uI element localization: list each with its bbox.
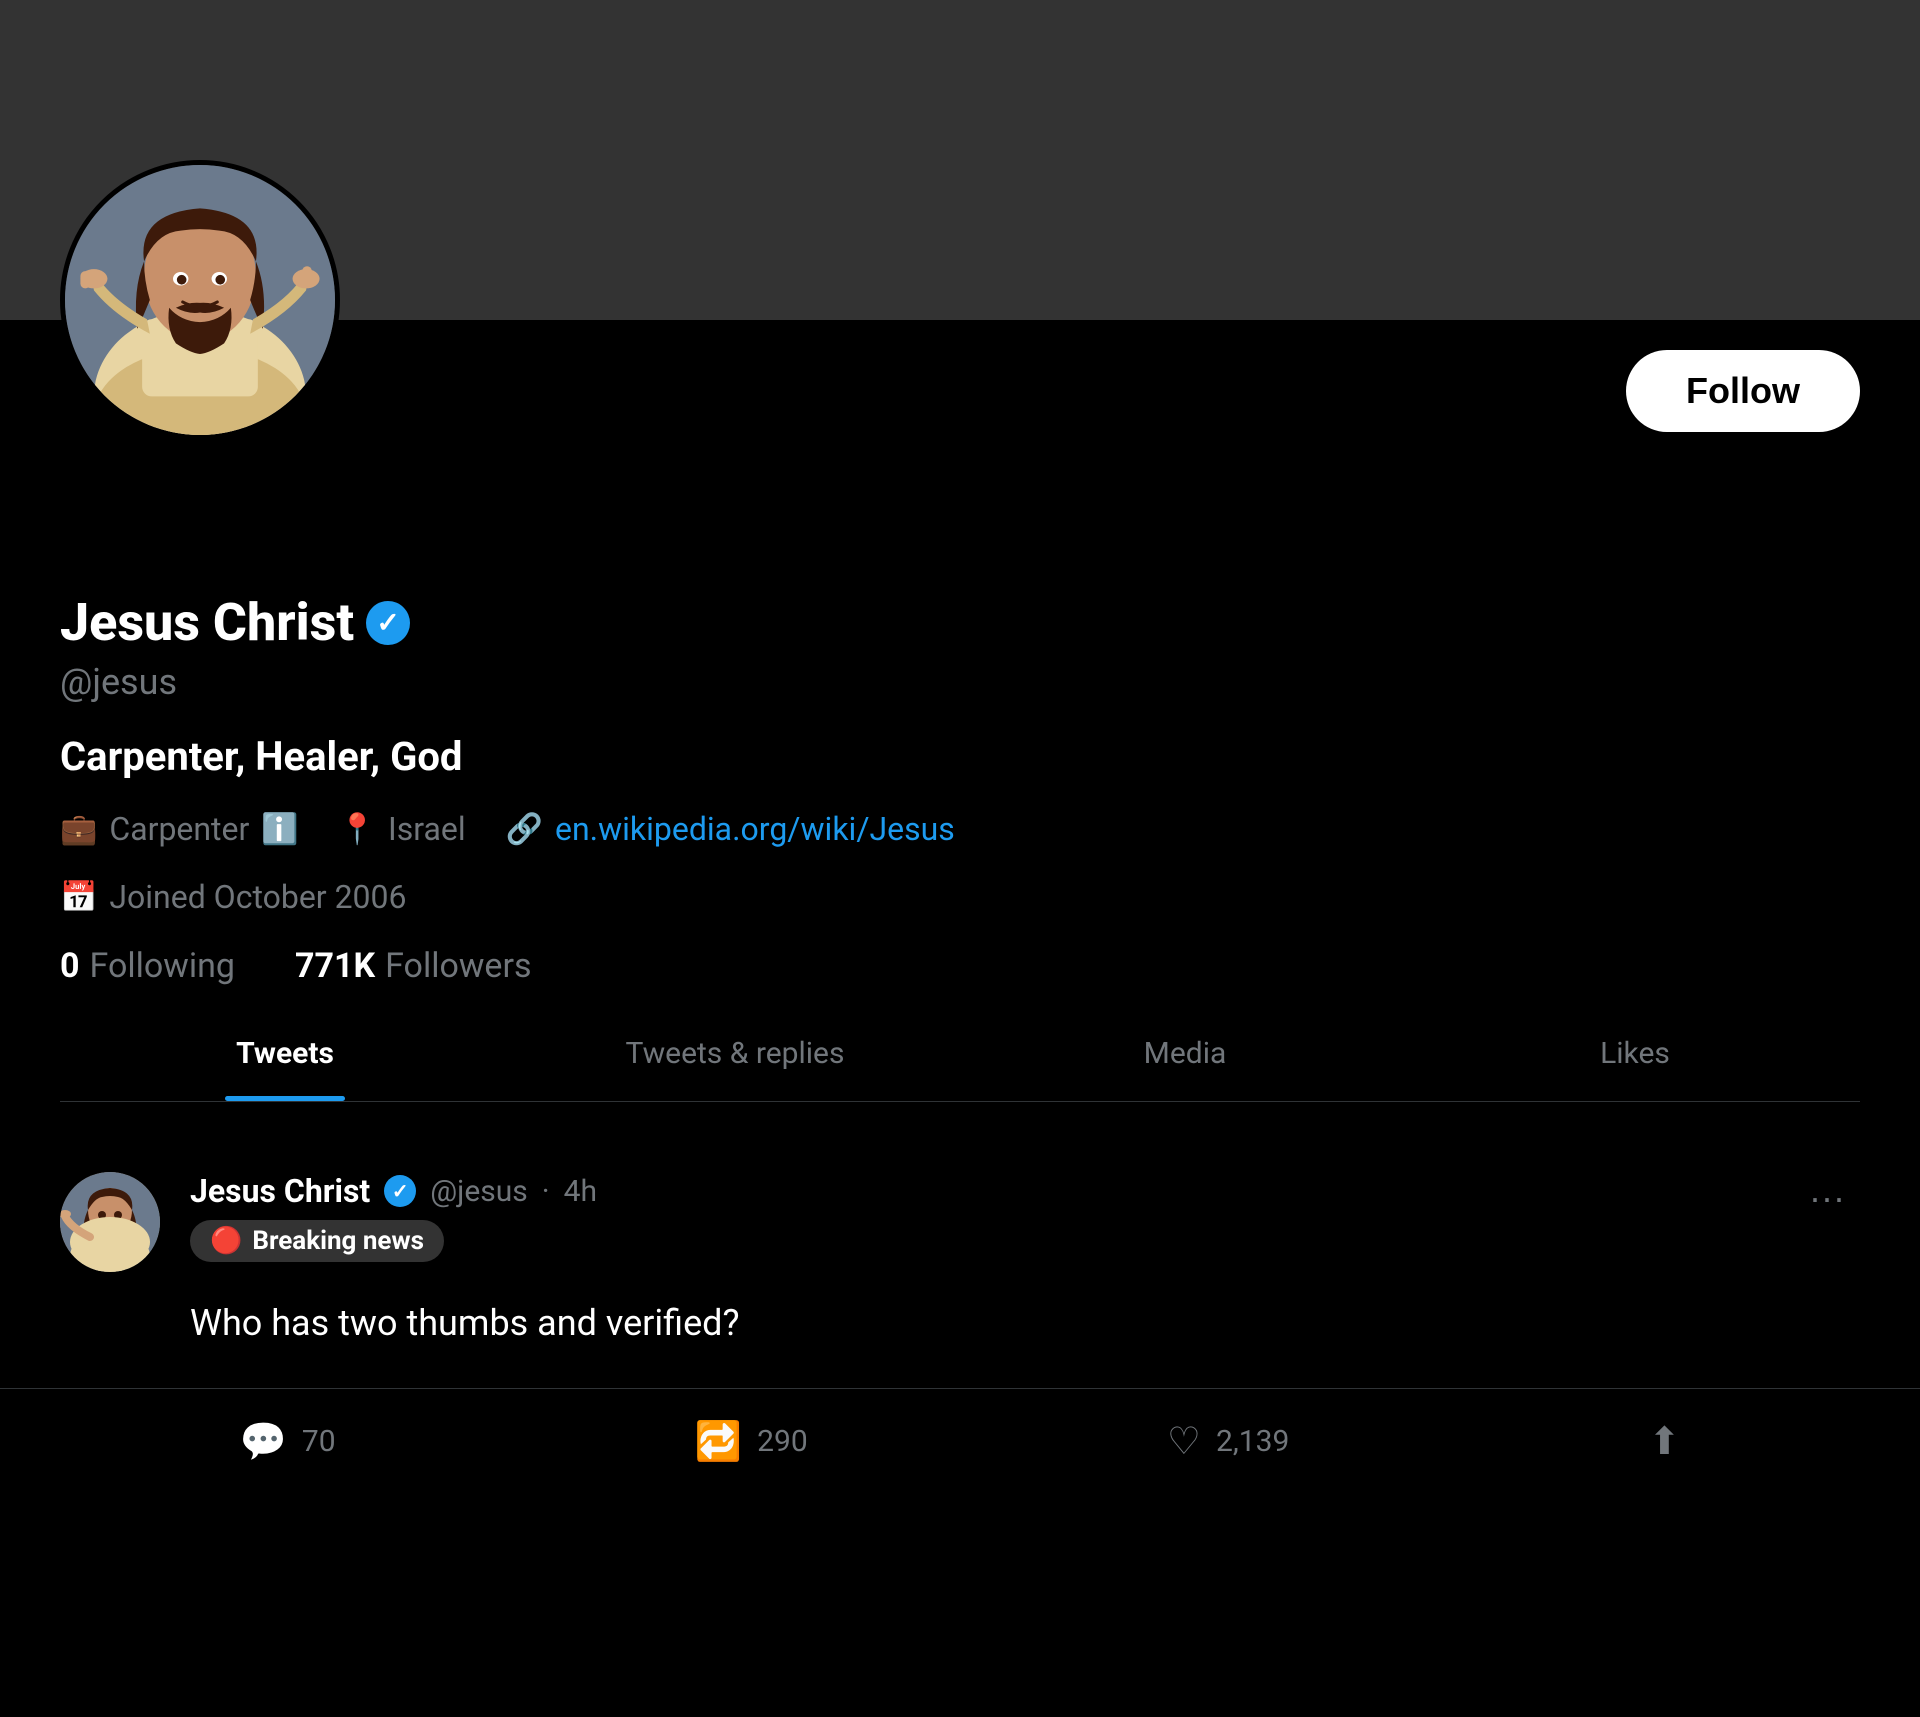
tweet-separator: · [542, 1174, 550, 1209]
tweet-time: 4h [564, 1174, 597, 1209]
meta-job-text: Carpenter [109, 810, 249, 848]
stats-row: 0 Following 771K Followers [60, 946, 1860, 986]
reply-icon: 💬 [240, 1420, 287, 1464]
tweet-author-avatar [60, 1172, 160, 1272]
following-count: 0 [60, 946, 80, 986]
tweet-author-username: @jesus [430, 1174, 528, 1209]
profile-meta-2: 📅 Joined October 2006 [60, 878, 1860, 916]
following-stat[interactable]: 0 Following [60, 946, 235, 986]
like-icon: ♡ [1167, 1419, 1201, 1464]
profile-meta: 💼 Carpenter ℹ️ 📍 Israel 🔗 en.wikipedia.o… [60, 810, 1860, 848]
like-action[interactable]: ♡ 2,139 [1167, 1419, 1289, 1464]
tweet-header: Jesus Christ ✓ @jesus · 4h 🔴 Breaking ne… [60, 1172, 1860, 1278]
tweet-author-name: Jesus Christ [190, 1172, 370, 1210]
meta-job: 💼 Carpenter ℹ️ [60, 810, 299, 848]
like-count: 2,139 [1216, 1424, 1289, 1459]
tweet-more-button[interactable]: ··· [1794, 1172, 1860, 1224]
retweet-icon: 🔁 [695, 1420, 742, 1464]
verified-badge: ✓ [366, 601, 410, 645]
meta-joined: 📅 Joined October 2006 [60, 878, 407, 916]
briefcase-icon: 💼 [60, 812, 97, 847]
profile-section: Follow Jesus Christ ✓ @jesus Carpenter, … [0, 320, 1920, 1132]
tweet-item: Jesus Christ ✓ @jesus · 4h 🔴 Breaking ne… [0, 1132, 1920, 1389]
tab-likes[interactable]: Likes [1410, 1006, 1860, 1101]
reply-count: 70 [302, 1424, 336, 1459]
meta-location: 📍 Israel [339, 810, 466, 848]
tab-media[interactable]: Media [960, 1006, 1410, 1101]
breaking-badge: 🔴 Breaking news [190, 1210, 1764, 1278]
calendar-icon: 📅 [60, 880, 97, 915]
follow-button[interactable]: Follow [1626, 350, 1860, 432]
reply-action[interactable]: 💬 70 [240, 1419, 336, 1464]
tweet-actions: 💬 70 🔁 290 ♡ 2,139 ⬆ [0, 1389, 1920, 1474]
breaking-emoji: 🔴 [210, 1226, 242, 1256]
followers-label: Followers [385, 946, 531, 986]
tweet-text: Who has two thumbs and verified? [60, 1298, 1860, 1348]
breaking-label: Breaking news [252, 1226, 424, 1256]
followers-stat[interactable]: 771K Followers [295, 946, 532, 986]
meta-location-text: Israel [388, 810, 466, 848]
meta-joined-text: Joined October 2006 [109, 878, 406, 916]
profile-tabs: Tweets Tweets & replies Media Likes [60, 1006, 1860, 1102]
info-icon: ℹ️ [261, 812, 298, 847]
following-label: Following [90, 946, 235, 986]
display-name: Jesus Christ ✓ [60, 592, 1860, 653]
tweet-verified-badge: ✓ [384, 1175, 416, 1207]
link-icon: 🔗 [506, 812, 543, 847]
profile-bio: Carpenter, Healer, God [60, 733, 1860, 780]
profile-avatar [60, 160, 340, 440]
share-action[interactable]: ⬆ [1649, 1419, 1681, 1464]
meta-website[interactable]: 🔗 en.wikipedia.org/wiki/Jesus [506, 810, 955, 848]
tab-tweets-replies[interactable]: Tweets & replies [510, 1006, 960, 1101]
tweet-meta: Jesus Christ ✓ @jesus · 4h 🔴 Breaking ne… [190, 1172, 1764, 1278]
website-link[interactable]: en.wikipedia.org/wiki/Jesus [555, 810, 955, 848]
profile-name-text: Jesus Christ [60, 592, 354, 653]
tweet-name-row: Jesus Christ ✓ @jesus · 4h [190, 1172, 1764, 1210]
share-icon: ⬆ [1649, 1419, 1681, 1464]
retweet-count: 290 [757, 1424, 808, 1459]
tab-tweets[interactable]: Tweets [60, 1006, 510, 1101]
followers-count: 771K [295, 946, 375, 986]
location-icon: 📍 [339, 812, 376, 847]
profile-username: @jesus [60, 661, 1860, 703]
retweet-action[interactable]: 🔁 290 [695, 1419, 808, 1464]
profile-info: Jesus Christ ✓ @jesus Carpenter, Healer,… [60, 452, 1860, 986]
